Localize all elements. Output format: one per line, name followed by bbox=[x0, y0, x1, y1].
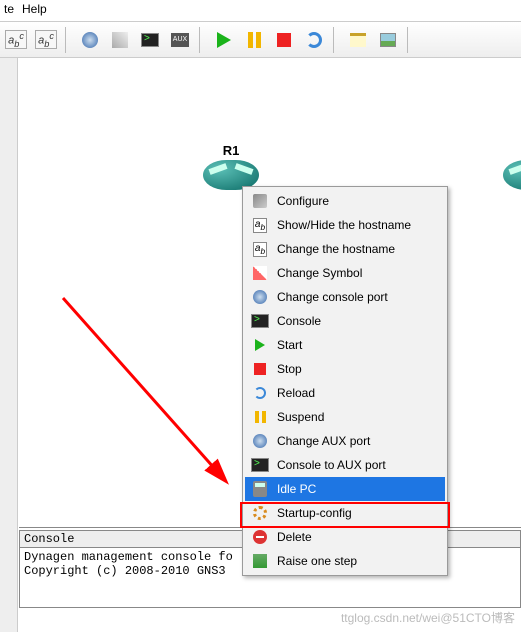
menu-item-label: Raise one step bbox=[277, 554, 357, 568]
aux-button[interactable]: AUX bbox=[166, 26, 194, 54]
pause-icon bbox=[248, 32, 261, 48]
menu-item-console-to-aux-port[interactable]: Console to AUX port bbox=[245, 453, 445, 477]
notepad-icon bbox=[350, 33, 366, 47]
router-node[interactable]: R1 bbox=[199, 143, 263, 190]
menu-item-label: Configure bbox=[277, 194, 329, 208]
toolbar: abc abc AUX bbox=[0, 22, 521, 58]
menu-item-change-the-hostname[interactable]: ab Change the hostname bbox=[245, 237, 445, 261]
side-dock bbox=[0, 58, 18, 632]
menu-item-label: Start bbox=[277, 338, 302, 352]
menu-item-console[interactable]: Console bbox=[245, 309, 445, 333]
menu-item-label: Change Symbol bbox=[277, 266, 362, 280]
menu-item-label: Suspend bbox=[277, 410, 324, 424]
screenshot-button[interactable] bbox=[374, 26, 402, 54]
menu-item-reload[interactable]: Reload bbox=[245, 381, 445, 405]
globe-button[interactable] bbox=[76, 26, 104, 54]
menu-item-startup-config[interactable]: Startup-config bbox=[245, 501, 445, 525]
menu-item-label: Stop bbox=[277, 362, 302, 376]
menu-item[interactable]: Help bbox=[22, 2, 47, 19]
router-label: R bbox=[499, 143, 521, 158]
annotation-arrow bbox=[53, 288, 253, 488]
stop-button[interactable] bbox=[270, 26, 298, 54]
menu-item-configure[interactable]: Configure bbox=[245, 189, 445, 213]
suspend-button[interactable] bbox=[240, 26, 268, 54]
reload-button[interactable] bbox=[300, 26, 328, 54]
menu-item-label: Reload bbox=[277, 386, 315, 400]
menu-item-start[interactable]: Start bbox=[245, 333, 445, 357]
menu-item-change-aux-port[interactable]: Change AUX port bbox=[245, 429, 445, 453]
menu-item-label: Delete bbox=[277, 530, 312, 544]
stop-icon bbox=[254, 363, 266, 375]
menu-item-idle-pc[interactable]: Idle PC bbox=[245, 477, 445, 501]
wand-button[interactable] bbox=[106, 26, 134, 54]
menu-item-label: Startup-config bbox=[277, 506, 352, 520]
symbol-icon bbox=[253, 266, 267, 280]
separator bbox=[199, 27, 205, 53]
play-icon bbox=[255, 339, 265, 351]
wrench-icon bbox=[253, 194, 267, 208]
delete-icon bbox=[253, 530, 267, 544]
menu-item-suspend[interactable]: Suspend bbox=[245, 405, 445, 429]
reload-icon bbox=[306, 32, 322, 48]
pause-icon bbox=[255, 411, 266, 423]
hostname-icon: ab bbox=[253, 218, 267, 233]
play-icon bbox=[217, 32, 231, 48]
menu-item-label: Idle PC bbox=[277, 482, 316, 496]
annotation-a-button[interactable]: abc bbox=[2, 26, 30, 54]
menu-item-show-hide-the-hostname[interactable]: ab Show/Hide the hostname bbox=[245, 213, 445, 237]
menu-item-label: Change console port bbox=[277, 290, 388, 304]
router-icon bbox=[503, 160, 521, 190]
menu-item-label: Change the hostname bbox=[277, 242, 395, 256]
menu-item-label: Console to AUX port bbox=[277, 458, 386, 472]
port-icon bbox=[253, 434, 267, 448]
calculator-icon bbox=[253, 481, 267, 497]
separator bbox=[333, 27, 339, 53]
terminal-icon bbox=[251, 314, 269, 328]
wand-icon bbox=[112, 32, 128, 48]
router-node[interactable]: R bbox=[499, 143, 521, 190]
port-icon bbox=[253, 290, 267, 304]
annotation-b-button[interactable]: abc bbox=[32, 26, 60, 54]
hostname-icon: ab bbox=[253, 242, 267, 257]
notepad-button[interactable] bbox=[344, 26, 372, 54]
gear-icon bbox=[253, 506, 267, 520]
menu-item-label: Console bbox=[277, 314, 321, 328]
console-button[interactable] bbox=[136, 26, 164, 54]
separator bbox=[407, 27, 413, 53]
menubar: te Help bbox=[0, 0, 521, 22]
separator bbox=[65, 27, 71, 53]
router-label: R1 bbox=[199, 143, 263, 158]
menu-item-change-console-port[interactable]: Change console port bbox=[245, 285, 445, 309]
menu-item-label: Change AUX port bbox=[277, 434, 370, 448]
watermark: ttglog.csdn.net/wei@51CTO博客 bbox=[341, 609, 515, 626]
menu-item-change-symbol[interactable]: Change Symbol bbox=[245, 261, 445, 285]
terminal-icon bbox=[141, 33, 159, 47]
picture-icon bbox=[380, 33, 396, 47]
menu-item-stop[interactable]: Stop bbox=[245, 357, 445, 381]
context-menu: Configure ab Show/Hide the hostname ab Chang… bbox=[242, 186, 448, 576]
aux-icon: AUX bbox=[171, 33, 189, 47]
menu-item-label: Show/Hide the hostname bbox=[277, 218, 411, 232]
terminal-icon bbox=[251, 458, 269, 472]
start-button[interactable] bbox=[210, 26, 238, 54]
menu-item-raise-one-step[interactable]: Raise one step bbox=[245, 549, 445, 573]
raise-icon bbox=[253, 554, 267, 568]
menu-item[interactable]: te bbox=[4, 2, 14, 19]
reload-icon bbox=[254, 387, 266, 399]
stop-icon bbox=[277, 33, 291, 47]
menu-item-delete[interactable]: Delete bbox=[245, 525, 445, 549]
globe-icon bbox=[82, 32, 98, 48]
